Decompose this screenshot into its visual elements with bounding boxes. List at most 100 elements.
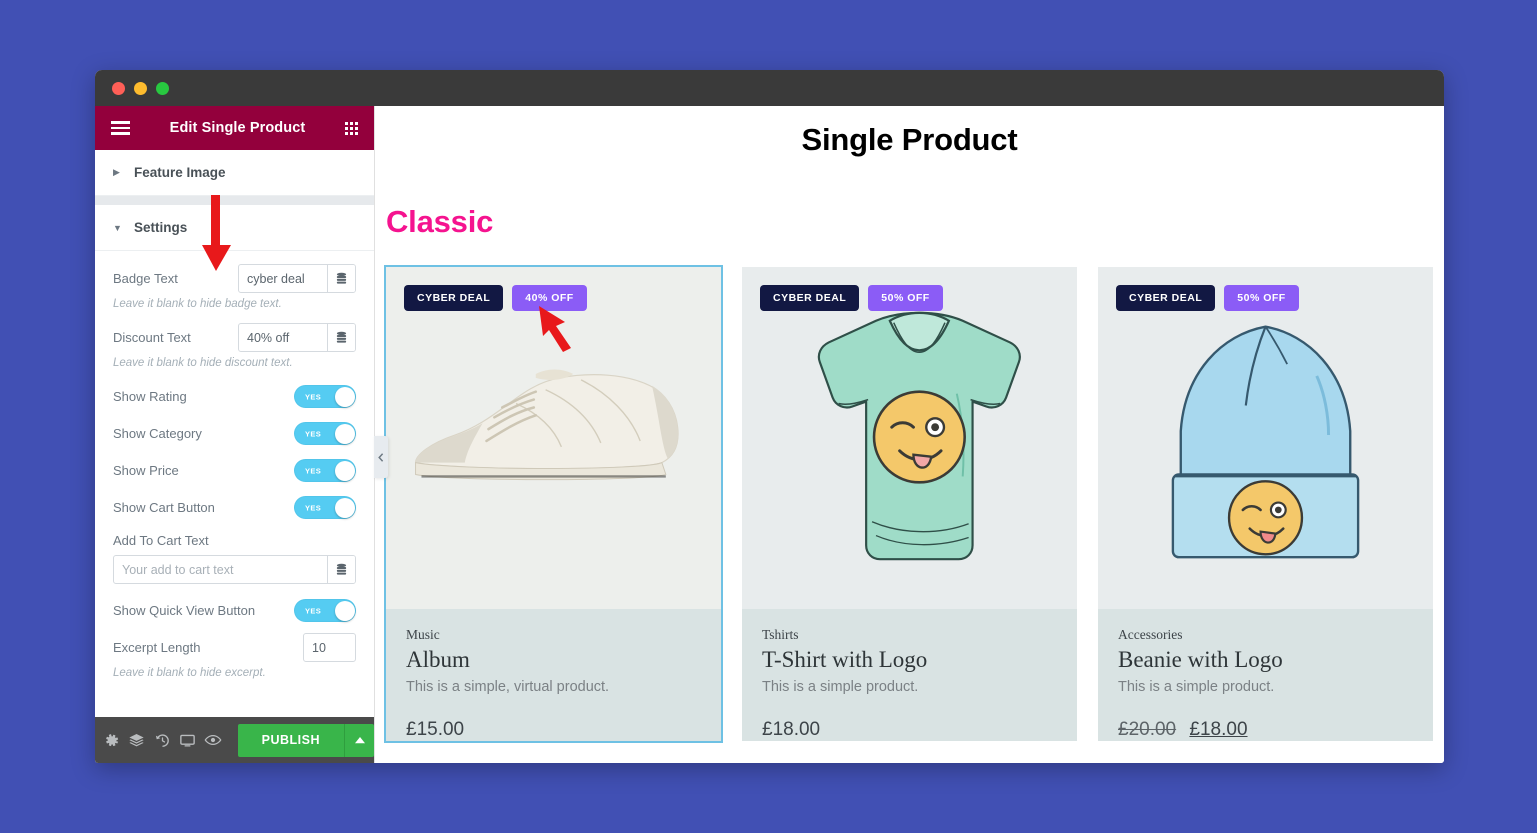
show-category-toggle[interactable]: YES [294, 422, 356, 445]
section-divider [95, 196, 374, 205]
show-rating-toggle-value: YES [305, 392, 322, 401]
product-card[interactable]: CYBER DEAL 50% OFF [1098, 267, 1433, 741]
panel-content: ▶ Feature Image ▼ Settings Badge Text cy… [95, 150, 374, 717]
control-show-rating: Show Rating YES [113, 379, 356, 414]
responsive-monitor-icon[interactable] [175, 717, 200, 763]
product-price-current: £18.00 [762, 719, 821, 740]
settings-controls: Badge Text cyber deal Leave it blank to … [95, 251, 374, 693]
product-title: Album [406, 647, 470, 672]
control-show-cart-button: Show Cart Button YES [113, 490, 356, 525]
excerpt-length-label: Excerpt Length [113, 640, 201, 655]
show-rating-toggle[interactable]: YES [294, 385, 356, 408]
section-subheading: Classic [386, 204, 494, 239]
control-add-to-cart-text: Add To Cart Text [113, 533, 356, 584]
show-quick-view-button-toggle[interactable]: YES [294, 599, 356, 622]
control-badge-text: Badge Text [113, 261, 356, 296]
hamburger-menu-icon[interactable] [111, 121, 130, 135]
page-title: Single Product [801, 122, 1018, 157]
product-description: This is a simple product. [762, 679, 919, 695]
product-card[interactable]: CYBER DEAL 50% OFF [742, 267, 1077, 741]
show-quick-view-button-label: Show Quick View Button [113, 603, 256, 618]
dynamic-tags-icon[interactable] [327, 556, 355, 583]
show-price-toggle-value: YES [305, 466, 322, 475]
publish-button-group: PUBLISH [237, 723, 375, 757]
product-price: £18.00 [762, 719, 1057, 741]
show-price-toggle[interactable]: YES [294, 459, 356, 482]
add-to-cart-text-input-wrap [113, 555, 356, 584]
white-sneaker-photo [386, 269, 721, 607]
status-badge-discount: 50% OFF [1224, 285, 1299, 311]
chevron-down-icon: ▼ [113, 222, 122, 233]
product-badges: CYBER DEAL 40% OFF [404, 285, 587, 311]
product-grid: CYBER DEAL 40% OFF Music Album This is a… [375, 265, 1444, 743]
page-preview: Single Product Classic CYBER DEAL 40% OF… [375, 106, 1444, 763]
status-badge-discount: 50% OFF [868, 285, 943, 311]
panel-header: Edit Single Product [95, 106, 374, 150]
product-description: This is a simple product. [1118, 679, 1275, 695]
control-excerpt-length: Excerpt Length [113, 630, 356, 665]
settings-gear-icon[interactable] [99, 717, 124, 763]
product-category: Accessories [1118, 627, 1183, 642]
product-badges: CYBER DEAL 50% OFF [1116, 285, 1299, 311]
publish-options-caret-icon[interactable] [344, 723, 375, 757]
maximize-window-button[interactable] [156, 81, 169, 95]
control-show-price: Show Price YES [113, 453, 356, 488]
badge-text-hint: Leave it blank to hide badge text. [113, 298, 282, 310]
status-badge-deal: CYBER DEAL [1116, 285, 1216, 311]
elementor-panel: Edit Single Product ▶ Feature Image ▼ Se… [95, 106, 388, 763]
navigator-layers-icon[interactable] [124, 717, 149, 763]
product-price: £15.00 [406, 719, 701, 741]
section-settings[interactable]: ▼ Settings [95, 205, 374, 251]
discount-text-label: Discount Text [113, 330, 191, 345]
show-quick-view-button-toggle-value: YES [305, 606, 322, 615]
product-price: £20.00 £18.00 [1118, 719, 1413, 741]
product-info: Music Album This is a simple, virtual pr… [386, 609, 721, 741]
show-cart-button-label: Show Cart Button [113, 500, 215, 515]
panel-collapse-handle[interactable] [374, 436, 388, 478]
discount-text-input[interactable] [239, 324, 327, 351]
excerpt-length-input[interactable] [303, 633, 356, 662]
product-image-area: CYBER DEAL 40% OFF [386, 267, 721, 609]
preview-eye-icon[interactable] [200, 717, 225, 763]
toggle-knob [334, 386, 355, 407]
discount-text-hint: Leave it blank to hide discount text. [113, 357, 293, 369]
show-price-label: Show Price [113, 463, 179, 478]
control-show-category: Show Category YES [113, 416, 356, 451]
close-window-button[interactable] [112, 81, 125, 95]
badge-text-label: Badge Text [113, 271, 178, 286]
product-image-area: CYBER DEAL 50% OFF [742, 267, 1077, 609]
product-title: T-Shirt with Logo [762, 647, 928, 672]
product-price-original: £20.00 [1118, 719, 1177, 740]
chevron-right-icon: ▶ [113, 167, 120, 177]
badge-text-input[interactable] [239, 265, 327, 292]
widgets-grid-icon[interactable] [344, 121, 358, 135]
dynamic-tags-icon[interactable] [327, 324, 355, 351]
minimize-window-button[interactable] [134, 81, 147, 95]
product-card[interactable]: CYBER DEAL 40% OFF Music Album This is a… [384, 265, 723, 743]
dynamic-tags-icon[interactable] [327, 265, 355, 292]
show-category-toggle-value: YES [305, 429, 322, 438]
show-category-label: Show Category [113, 426, 202, 441]
product-price-current: £18.00 [1189, 719, 1248, 740]
status-badge-discount: 40% OFF [512, 285, 587, 311]
window-titlebar [95, 70, 1444, 106]
product-description: This is a simple, virtual product. [406, 679, 610, 695]
product-info: Accessories Beanie with Logo This is a s… [1098, 609, 1433, 741]
panel-title: Edit Single Product [169, 120, 306, 136]
publish-button[interactable]: PUBLISH [237, 723, 345, 757]
product-badges: CYBER DEAL 50% OFF [760, 285, 943, 311]
show-cart-button-toggle[interactable]: YES [294, 496, 356, 519]
discount-text-input-wrap [238, 323, 356, 352]
add-to-cart-text-input[interactable] [114, 556, 327, 583]
product-price-current: £15.00 [406, 719, 465, 740]
show-cart-button-toggle-value: YES [305, 503, 322, 512]
section-feature-image-label: Feature Image [134, 165, 226, 180]
control-discount-text: Discount Text [113, 320, 356, 355]
status-badge-deal: CYBER DEAL [404, 285, 504, 311]
excerpt-length-hint: Leave it blank to hide excerpt. [113, 667, 266, 679]
section-feature-image[interactable]: ▶ Feature Image [95, 150, 374, 196]
history-icon[interactable] [150, 717, 175, 763]
mint-tshirt-illustration [742, 269, 1077, 607]
panel-footer-toolbar: PUBLISH [95, 717, 375, 763]
product-info: Tshirts T-Shirt with Logo This is a simp… [742, 609, 1077, 741]
